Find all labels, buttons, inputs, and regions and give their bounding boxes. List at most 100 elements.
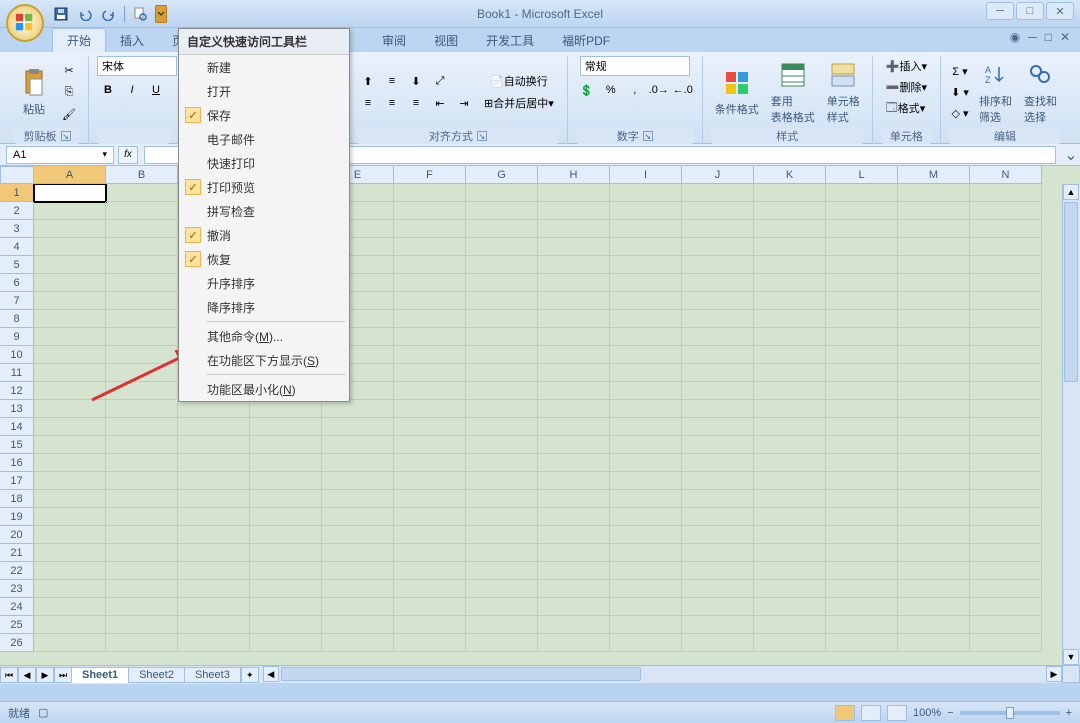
cell[interactable] [466, 328, 538, 346]
cell[interactable] [682, 184, 754, 202]
cell[interactable] [466, 562, 538, 580]
cell[interactable] [34, 328, 106, 346]
format-cells-button[interactable]: 🗔 格式 ▾ [881, 98, 930, 118]
cell[interactable] [898, 418, 970, 436]
help-button[interactable]: ◉ [1010, 30, 1020, 44]
cell[interactable] [538, 418, 610, 436]
cell[interactable] [466, 202, 538, 220]
cell[interactable] [106, 562, 178, 580]
cell[interactable] [34, 472, 106, 490]
cell[interactable] [898, 544, 970, 562]
cut-button[interactable]: ✂ [58, 60, 80, 80]
sheet-nav-next[interactable]: ▶ [36, 667, 54, 683]
tab-foxit-pdf[interactable]: 福昕PDF [548, 29, 624, 52]
cell[interactable] [538, 238, 610, 256]
cell[interactable] [538, 382, 610, 400]
cell[interactable] [394, 274, 466, 292]
cell[interactable] [826, 328, 898, 346]
cell[interactable] [970, 508, 1042, 526]
cell[interactable] [826, 616, 898, 634]
cell[interactable] [682, 490, 754, 508]
cell[interactable] [466, 454, 538, 472]
align-middle[interactable]: ≡ [381, 71, 403, 91]
row-header[interactable]: 3 [0, 220, 34, 238]
cell[interactable] [538, 580, 610, 598]
cell[interactable] [754, 472, 826, 490]
cell[interactable] [970, 436, 1042, 454]
cell[interactable] [394, 472, 466, 490]
cell[interactable] [106, 454, 178, 472]
cell[interactable] [754, 256, 826, 274]
cell[interactable] [106, 220, 178, 238]
row-header[interactable]: 23 [0, 580, 34, 598]
view-page-layout[interactable] [861, 705, 881, 721]
cell[interactable] [394, 364, 466, 382]
cell[interactable] [250, 562, 322, 580]
cell[interactable] [682, 382, 754, 400]
cell[interactable] [970, 544, 1042, 562]
font-name-combo[interactable]: 宋体 [97, 56, 177, 76]
cell[interactable] [250, 634, 322, 652]
cell[interactable] [682, 598, 754, 616]
cell[interactable] [754, 508, 826, 526]
conditional-format-button[interactable]: 条件格式 [711, 65, 763, 119]
cell[interactable] [754, 184, 826, 202]
cell[interactable] [682, 454, 754, 472]
inc-decimal[interactable]: .0→ [648, 80, 670, 100]
cell[interactable] [754, 220, 826, 238]
cell[interactable] [394, 436, 466, 454]
cell[interactable] [394, 328, 466, 346]
cell[interactable] [826, 634, 898, 652]
cell[interactable] [538, 490, 610, 508]
cell[interactable] [178, 616, 250, 634]
close-button[interactable]: ✕ [1046, 2, 1074, 20]
cell[interactable] [34, 580, 106, 598]
cell[interactable] [538, 292, 610, 310]
col-header-B[interactable]: B [106, 166, 178, 184]
qat-menu-item[interactable]: 拼写检查 [179, 199, 349, 223]
cell[interactable] [898, 346, 970, 364]
cell[interactable] [34, 454, 106, 472]
sort-filter-button[interactable]: AZ排序和 筛选 [975, 57, 1016, 127]
row-header[interactable]: 8 [0, 310, 34, 328]
cell[interactable] [898, 310, 970, 328]
menu-more-commands[interactable]: 其他命令(M)... [179, 324, 349, 348]
cell[interactable] [682, 256, 754, 274]
cell[interactable] [250, 490, 322, 508]
cell[interactable] [34, 238, 106, 256]
cell[interactable] [610, 328, 682, 346]
cell[interactable] [250, 400, 322, 418]
underline-button[interactable]: U [145, 80, 167, 100]
align-center[interactable]: ≡ [381, 93, 403, 113]
horizontal-scrollbar[interactable]: ◀ ▶ [263, 666, 1062, 683]
alignment-launcher[interactable]: ↘ [477, 131, 487, 141]
cell[interactable] [826, 400, 898, 418]
cell[interactable] [970, 472, 1042, 490]
col-header-L[interactable]: L [826, 166, 898, 184]
vscroll-thumb[interactable] [1064, 202, 1078, 382]
cell[interactable] [322, 436, 394, 454]
cell[interactable] [394, 580, 466, 598]
cell[interactable] [898, 580, 970, 598]
cell[interactable] [178, 472, 250, 490]
cell[interactable] [466, 310, 538, 328]
cell[interactable] [754, 400, 826, 418]
cell[interactable] [898, 274, 970, 292]
cell-styles-button[interactable]: 单元格 样式 [823, 57, 864, 127]
formula-expand[interactable]: ⌄ [1062, 146, 1080, 164]
qat-menu-item[interactable]: ✓保存 [179, 103, 349, 127]
cell[interactable] [610, 580, 682, 598]
cell[interactable] [34, 490, 106, 508]
cell[interactable] [322, 472, 394, 490]
cell[interactable] [898, 328, 970, 346]
cell[interactable] [898, 634, 970, 652]
cell[interactable] [466, 436, 538, 454]
cell[interactable] [754, 616, 826, 634]
scroll-up[interactable]: ▲ [1063, 184, 1079, 200]
cell[interactable] [826, 202, 898, 220]
sheet-tab[interactable]: Sheet3 [184, 667, 241, 683]
cell[interactable] [682, 472, 754, 490]
italic-button[interactable]: I [121, 80, 143, 100]
cell[interactable] [394, 562, 466, 580]
col-header-F[interactable]: F [394, 166, 466, 184]
